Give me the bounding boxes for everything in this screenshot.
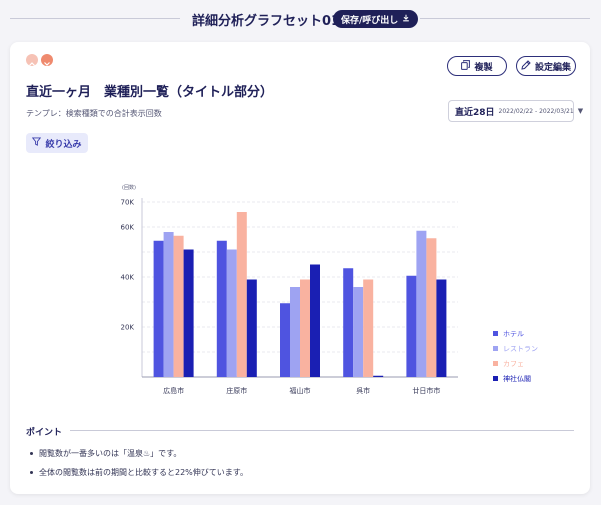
bar — [353, 287, 364, 377]
bar — [153, 240, 164, 377]
bar — [300, 279, 310, 377]
header-divider-left — [10, 18, 180, 19]
x-tick-label: 呉市 — [356, 386, 370, 395]
bar — [246, 279, 257, 377]
save-load-label: 保存/呼び出し — [341, 15, 399, 26]
y-tick-label: 70K — [121, 199, 135, 207]
bar — [290, 287, 300, 377]
x-tick-label: 広島市 — [163, 386, 184, 395]
bar — [280, 303, 290, 377]
bar — [163, 232, 174, 377]
legend-item: レストラン — [493, 341, 538, 356]
x-tick-label: 廿日市市 — [412, 386, 440, 395]
bar — [236, 212, 247, 377]
bar — [310, 264, 320, 377]
point-text: 閲覧数が一番多いのは「温泉♨」です。 — [39, 449, 182, 458]
header-divider-right — [420, 18, 590, 19]
point-item: 閲覧数が一番多いのは「温泉♨」です。 — [30, 444, 248, 463]
x-tick-label: 福山市 — [290, 386, 311, 395]
point-text: 全体の閲覧数は前の期間と比較すると22%伸びています。 — [39, 468, 248, 477]
points-divider — [70, 430, 574, 431]
legend-label: レストラン — [503, 344, 538, 353]
legend-swatch — [493, 331, 498, 336]
bar — [216, 240, 227, 377]
bar — [343, 268, 354, 377]
legend-item: カフェ — [493, 356, 538, 371]
y-tick-label: 20K — [121, 324, 135, 332]
top-header: 詳細分析グラフセット01 保存/呼び出し — [0, 0, 601, 38]
chart-card: 複製 設定編集 直近一ヶ月 業種別一覧（タイトル部分） テンプレ：検索種類での合… — [10, 42, 590, 494]
y-axis-unit-label: (回数) — [122, 184, 136, 191]
bar — [426, 238, 437, 377]
x-tick-label: 庄原市 — [226, 386, 247, 395]
bar — [373, 375, 384, 377]
bar — [436, 279, 447, 377]
legend-item: 神社仏閣 — [493, 371, 538, 386]
bar — [416, 230, 427, 377]
bar — [173, 235, 184, 377]
legend-swatch — [493, 376, 498, 381]
bar — [406, 275, 417, 377]
download-icon — [402, 14, 410, 25]
y-tick-label: 40K — [121, 274, 135, 282]
bullet-icon — [30, 452, 33, 455]
legend-item: ホテル — [493, 326, 538, 341]
points-list: 閲覧数が一番多いのは「温泉♨」です。 全体の閲覧数は前の期間と比較すると22%伸… — [30, 444, 248, 482]
bullet-icon — [30, 471, 33, 474]
legend-label: ホテル — [503, 329, 524, 338]
bar — [226, 249, 237, 377]
bar — [363, 279, 374, 377]
point-item: 全体の閲覧数は前の期間と比較すると22%伸びています。 — [30, 463, 248, 482]
legend-swatch — [493, 361, 498, 366]
y-tick-label: 60K — [121, 224, 135, 232]
chart-legend: ホテルレストランカフェ神社仏閣 — [493, 326, 538, 386]
save-load-button[interactable]: 保存/呼び出し — [333, 10, 419, 28]
bar — [183, 249, 194, 377]
legend-label: 神社仏閣 — [503, 374, 531, 383]
page-title: 詳細分析グラフセット01 — [192, 14, 341, 29]
legend-swatch — [493, 346, 498, 351]
legend-label: カフェ — [503, 359, 524, 368]
points-title: ポイント — [26, 428, 63, 438]
